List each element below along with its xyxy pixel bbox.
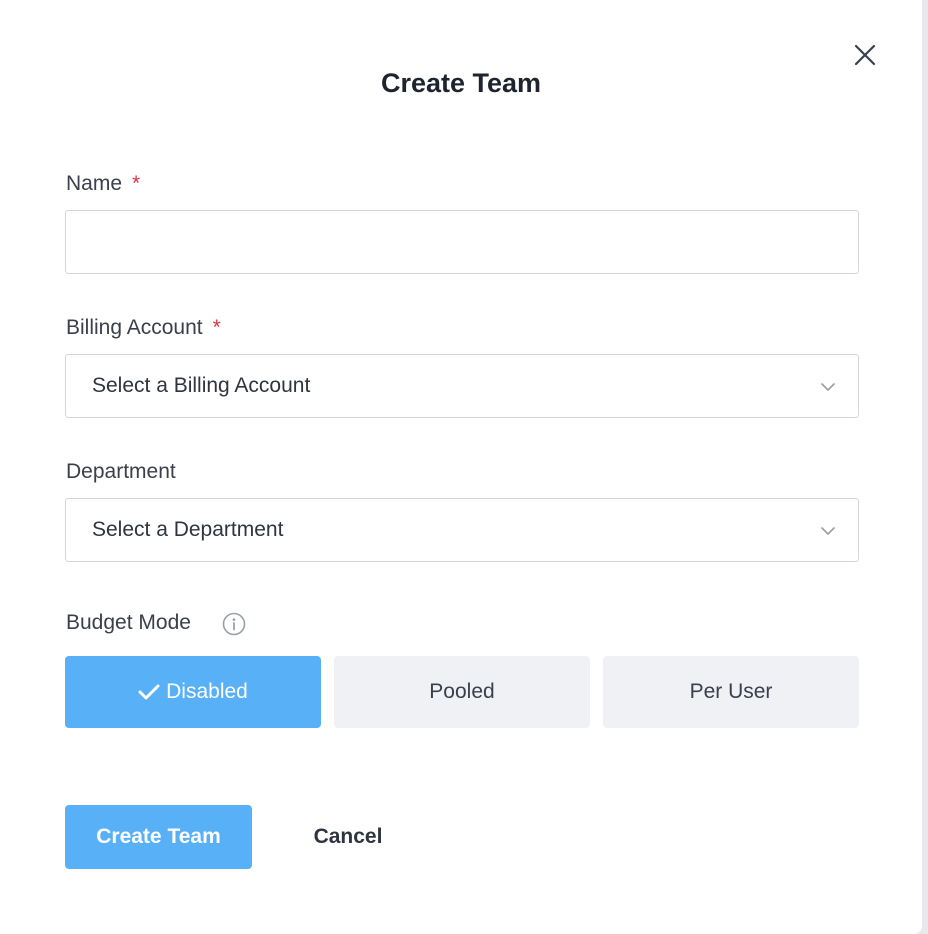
budget-mode-option-per-user[interactable]: Per User	[603, 656, 859, 728]
required-marker: *	[212, 316, 221, 339]
close-icon	[854, 44, 876, 66]
dialog-title: Create Team	[380, 68, 542, 98]
budget-mode-option-pooled[interactable]: Pooled	[334, 656, 590, 728]
budget-mode-option-label: Per User	[689, 680, 773, 703]
budget-mode-option-disabled[interactable]: Disabled	[65, 656, 321, 728]
budget-mode-option-label: Pooled	[429, 680, 495, 703]
billing-account-label: Billing Account	[66, 316, 203, 339]
name-input[interactable]	[65, 210, 859, 274]
billing-account-select-value: Select a Billing Account	[92, 374, 311, 397]
name-label-row: Name *	[66, 170, 140, 198]
info-icon[interactable]	[222, 612, 246, 636]
create-team-dialog: Create Team Name * Billing Account * Selec…	[0, 0, 922, 934]
billing-account-label-row: Billing Account *	[66, 314, 221, 342]
chevron-down-icon	[821, 527, 835, 535]
create-team-button[interactable]: Create Team	[65, 805, 252, 869]
required-marker: *	[132, 172, 141, 195]
budget-mode-label: Budget Mode	[66, 611, 191, 634]
name-label: Name	[66, 172, 123, 195]
cancel-button[interactable]: Cancel	[298, 805, 398, 869]
chevron-down-icon	[821, 383, 835, 391]
department-label: Department	[66, 460, 176, 483]
department-select-value: Select a Department	[92, 518, 284, 541]
department-select[interactable]: Select a Department	[65, 498, 859, 562]
check-icon	[138, 684, 160, 700]
budget-mode-option-label: Disabled	[166, 680, 248, 703]
billing-account-select[interactable]: Select a Billing Account	[65, 354, 859, 418]
